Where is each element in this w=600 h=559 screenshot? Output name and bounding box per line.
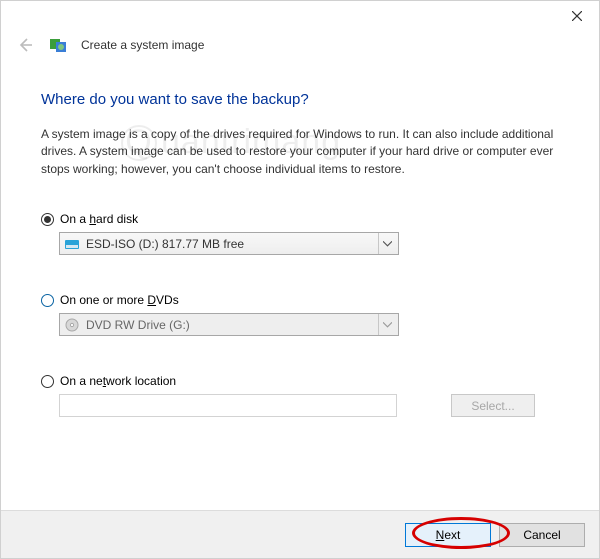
cancel-button[interactable]: Cancel <box>499 523 585 547</box>
header-row: Create a system image <box>1 31 599 61</box>
radio-network-label: On a network location <box>60 374 176 388</box>
radio-hard-disk-label: On a hard disk <box>60 212 138 226</box>
drive-icon <box>64 236 80 252</box>
next-button[interactable]: Next <box>405 523 491 547</box>
radio-icon <box>41 375 54 388</box>
titlebar <box>1 1 599 31</box>
window-title: Create a system image <box>81 38 204 52</box>
disc-icon <box>64 317 80 333</box>
radio-icon <box>41 294 54 307</box>
footer: Next Cancel <box>1 510 599 558</box>
close-icon <box>572 11 582 21</box>
option-hard-disk: On a hard disk ESD-ISO (D:) 817.77 MB fr… <box>41 212 559 255</box>
close-button[interactable] <box>554 1 599 31</box>
dvd-combo[interactable]: DVD RW Drive (G:) <box>59 313 399 336</box>
select-button: Select... <box>451 394 535 417</box>
radio-hard-disk[interactable]: On a hard disk <box>41 212 559 226</box>
hard-disk-value: ESD-ISO (D:) 817.77 MB free <box>86 237 378 251</box>
page-title: Where do you want to save the backup? <box>41 91 559 108</box>
option-network: On a network location Select... <box>41 374 559 417</box>
content-area: Where do you want to save the backup? A … <box>1 61 599 417</box>
app-icon <box>49 36 67 54</box>
page-description: A system image is a copy of the drives r… <box>41 126 559 178</box>
dvd-value: DVD RW Drive (G:) <box>86 318 378 332</box>
radio-dvd-label: On one or more DVDs <box>60 293 179 307</box>
radio-network[interactable]: On a network location <box>41 374 559 388</box>
network-path-input[interactable] <box>59 394 397 417</box>
back-button[interactable] <box>15 35 35 55</box>
option-dvd: On one or more DVDs DVD RW Drive (G:) <box>41 293 559 336</box>
back-arrow-icon <box>17 37 33 53</box>
chevron-down-icon <box>378 233 396 254</box>
chevron-down-icon <box>378 314 396 335</box>
radio-icon <box>41 213 54 226</box>
radio-dvd[interactable]: On one or more DVDs <box>41 293 559 307</box>
hard-disk-combo[interactable]: ESD-ISO (D:) 817.77 MB free <box>59 232 399 255</box>
